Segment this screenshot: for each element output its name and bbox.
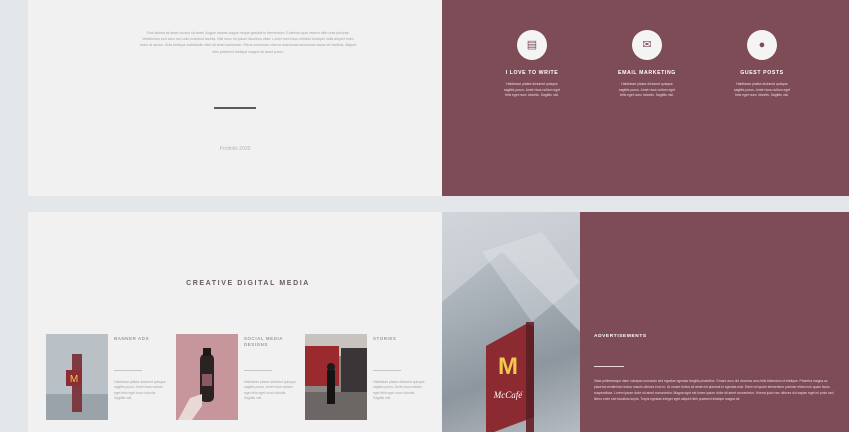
feature-title: GUEST POSTS	[740, 70, 784, 76]
stories-image	[305, 334, 367, 420]
media-panel: CREATIVE DIGITAL MEDIA M BANNER ADS Habi…	[28, 212, 442, 432]
intro-text: Sunt lacinia sit amet cursus sit amet. A…	[139, 31, 357, 54]
media-card-text: Habitasse platea dictumst quisque sagitt…	[244, 380, 296, 401]
media-card-text: Habitasse platea dictumst quisque sagitt…	[373, 380, 425, 401]
feature-text: Habitasse platea dictumst quisque sagitt…	[618, 82, 676, 98]
feature-text: Habitasse platea dictumst quisque sagitt…	[733, 82, 791, 98]
feature-icon-circle: ▤	[517, 30, 547, 60]
media-card-stories: STORIES Habitasse platea dictumst quisqu…	[305, 334, 431, 432]
media-card-title: STORIES	[373, 336, 397, 341]
mccafe-sign-image: M McCafé	[442, 212, 580, 432]
logo-arch-mark: M	[498, 353, 518, 380]
advertisements-panel: ADVERTISEMENTS Vitae pellentesque diam v…	[580, 212, 849, 432]
feature-title: EMAIL MARKETING	[618, 70, 676, 76]
feature-icon-circle: ●	[747, 30, 777, 60]
media-card-divider	[244, 370, 272, 371]
banner-ads-image: M	[46, 334, 108, 420]
media-card-text: Habitasse platea dictumst quisque sagitt…	[114, 380, 166, 401]
user-icon: ●	[758, 39, 766, 51]
media-card-title: BANNER ADS	[114, 336, 150, 341]
feature-icon-circle: ✉	[632, 30, 662, 60]
media-card-divider	[114, 370, 142, 371]
logo-sign-text: McCafé	[493, 390, 523, 400]
media-card-social-media: SOCIAL MEDIA DESIGNS Habitasse platea di…	[176, 334, 302, 432]
intro-panel: Sunt lacinia sit amet cursus sit amet. A…	[28, 0, 442, 196]
media-card-banner-ads: M BANNER ADS Habitasse platea dictumst q…	[46, 334, 172, 432]
feature-text: Habitasse platea dictumst quisque sagitt…	[503, 82, 561, 98]
advertisement-photo: M McCafé	[442, 212, 580, 432]
feature-email: ✉ EMAIL MARKETING Habitasse platea dictu…	[597, 30, 697, 99]
advertisements-divider	[594, 366, 624, 367]
feature-title: I LOVE TO WRITE	[505, 70, 559, 76]
media-title: CREATIVE DIGITAL MEDIA	[186, 280, 310, 287]
logo-arch-mark: M	[70, 374, 78, 385]
media-card-title: SOCIAL MEDIA DESIGNS	[244, 336, 283, 347]
advertisements-title: ADVERTISEMENTS	[594, 334, 647, 339]
document-icon: ▤	[526, 39, 538, 51]
email-icon: ✉	[642, 39, 652, 51]
intro-divider	[214, 107, 256, 109]
media-card-divider	[373, 370, 401, 371]
portfolio-label: Portfolio 2020	[219, 146, 251, 152]
social-media-image	[176, 334, 238, 420]
advertisements-text: Vitae pellentesque diam volutpat commodo…	[594, 379, 834, 401]
feature-write: ▤ I LOVE TO WRITE Habitasse platea dictu…	[482, 30, 582, 99]
feature-guest-posts: ● GUEST POSTS Habitasse platea dictumst …	[712, 30, 812, 99]
features-panel: ▤ I LOVE TO WRITE Habitasse platea dictu…	[442, 0, 849, 196]
